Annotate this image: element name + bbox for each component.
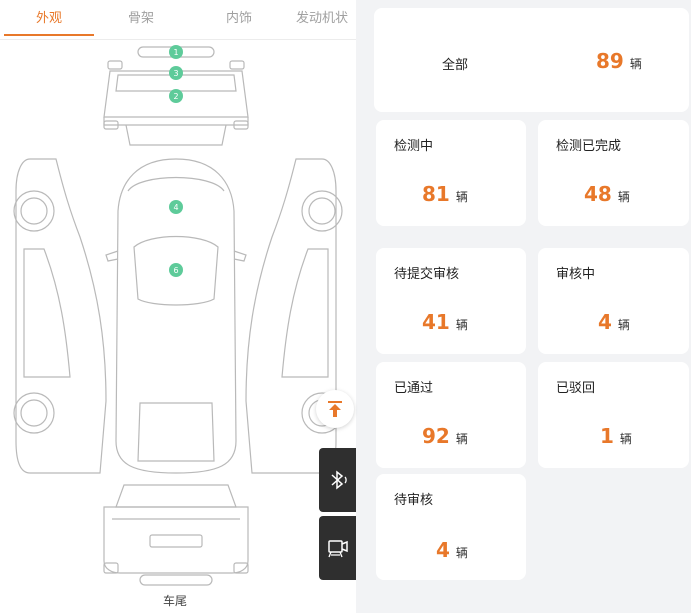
active-tab-indicator — [4, 34, 94, 36]
scroll-to-top-icon — [328, 401, 342, 417]
stat-number: 92 — [422, 424, 450, 448]
stat-label: 已通过 — [394, 381, 434, 396]
car-rear-view — [115, 484, 237, 508]
tab-interior[interactable]: 内饰 — [194, 0, 284, 38]
damage-marker-label: 3 — [173, 69, 178, 78]
vehicle-camera-icon — [328, 540, 348, 558]
category-tabs: 外观 骨架 内饰 发动机状 — [0, 0, 356, 40]
stat-label: 待审核 — [394, 493, 434, 508]
stat-number: 4 — [436, 538, 450, 562]
stat-unit: 辆 — [617, 318, 630, 332]
bluetooth-icon — [331, 470, 347, 490]
vehicle-camera-button[interactable] — [319, 516, 356, 580]
stat-label: 检测中 — [394, 139, 434, 154]
car-outline-diagram: 1 3 2 4 6 — [13, 45, 343, 586]
stat-label: 已驳回 — [556, 381, 596, 396]
stat-card-inspecting[interactable]: 检测中 81 辆 — [376, 120, 526, 226]
stat-unit: 辆 — [455, 318, 468, 332]
stat-label: 待提交审核 — [394, 267, 460, 282]
stat-unit: 辆 — [455, 432, 468, 446]
tab-engine[interactable]: 发动机状 — [296, 0, 356, 38]
stat-card-total[interactable]: 全部 89 辆 — [374, 8, 689, 112]
scroll-to-top-button[interactable] — [316, 390, 354, 428]
stat-number: 48 — [584, 182, 612, 206]
stat-label: 全部 — [442, 58, 469, 73]
tab-exterior[interactable]: 外观 — [4, 0, 94, 38]
stat-value: 89 辆 — [596, 49, 642, 73]
stat-number: 81 — [422, 182, 450, 206]
stat-value: 4辆 — [436, 538, 468, 562]
stat-value: 4辆 — [598, 310, 630, 334]
rear-view-label: 车尾 — [162, 594, 187, 608]
stat-label: 检测已完成 — [556, 139, 622, 154]
stat-card-rejected[interactable]: 已驳回 1辆 — [538, 362, 689, 468]
damage-marker-label: 6 — [173, 266, 178, 275]
stat-unit: 辆 — [617, 190, 630, 204]
stat-card-pending-submit[interactable]: 待提交审核 41 辆 — [376, 248, 526, 354]
inspection-stats-panel: 全部 89 辆 检测中 81 辆 检测已完成 48 辆 待提交审核 41 辆 审核中 4… — [356, 0, 691, 613]
inspection-diagram-panel: 外观 骨架 内饰 发动机状 1 3 2 4 6 车尾 — [0, 0, 356, 613]
stat-unit: 辆 — [455, 546, 468, 560]
stat-value: 48 辆 — [584, 182, 630, 206]
stat-card-pending-review[interactable]: 待审核 4辆 — [376, 474, 526, 580]
stat-value: 41 辆 — [422, 310, 468, 334]
stat-value: 1辆 — [600, 424, 632, 448]
damage-marker-label: 2 — [173, 92, 178, 101]
stat-unit: 辆 — [619, 432, 632, 446]
stat-card-inspected[interactable]: 检测已完成 48 辆 — [538, 120, 689, 226]
stat-number: 89 — [596, 49, 624, 73]
damage-marker-label: 1 — [173, 48, 178, 57]
stat-label: 审核中 — [556, 267, 596, 282]
stat-card-reviewing[interactable]: 审核中 4辆 — [538, 248, 689, 354]
stat-unit: 辆 — [455, 190, 468, 204]
stat-number: 1 — [600, 424, 614, 448]
stat-number: 41 — [422, 310, 450, 334]
stat-card-passed[interactable]: 已通过 92 辆 — [376, 362, 526, 468]
stat-value: 92 辆 — [422, 424, 468, 448]
stat-unit: 辆 — [629, 57, 642, 71]
tab-frame[interactable]: 骨架 — [96, 0, 186, 38]
stat-number: 4 — [598, 310, 612, 334]
damage-marker-label: 4 — [173, 203, 178, 212]
car-left-side-view — [15, 158, 107, 474]
stat-value: 81 辆 — [422, 182, 468, 206]
bluetooth-button[interactable] — [319, 448, 356, 512]
